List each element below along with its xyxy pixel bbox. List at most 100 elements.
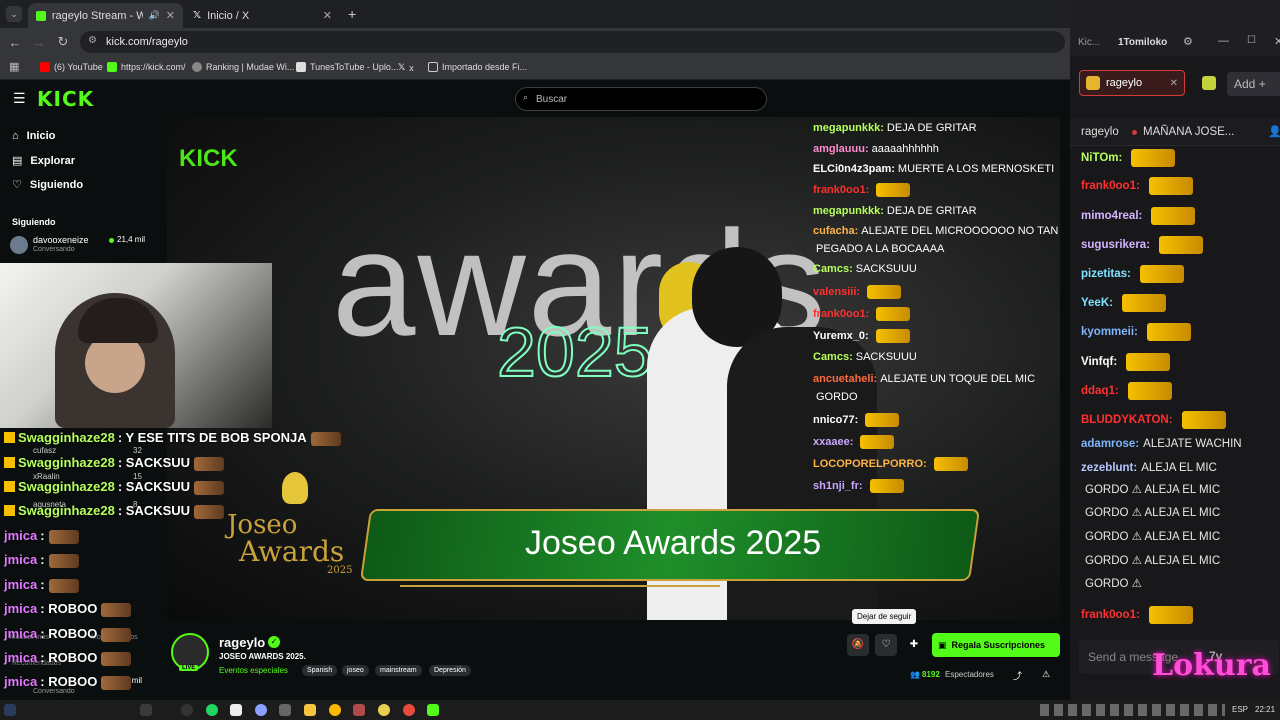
search-taskbar-icon[interactable] [140,704,152,716]
panel-tab-user[interactable]: 1Tomiloko [1118,37,1167,48]
tray-icons[interactable] [1040,704,1225,716]
address-bar[interactable]: ⚙ kick.com/rageylo [80,31,1065,53]
back-arrow-icon[interactable]: ← [3,35,27,50]
close-window-icon[interactable]: ✕ [1274,35,1280,48]
menu-hamburger-icon[interactable]: ☰ [13,90,26,107]
keyboard-language[interactable]: ESP [1232,705,1248,714]
chat-username[interactable]: BLUDDYKATON: [1081,414,1173,426]
search-input[interactable]: ⌕ Buscar [515,87,767,111]
nav-siguiendo[interactable]: ♡ Siguiendo [12,178,83,192]
start-windows-icon[interactable] [4,704,16,716]
close-channel-tab-icon[interactable]: ✕ [1170,78,1178,89]
nav-inicio[interactable]: ⌂ Inicio [12,130,55,142]
emote-image [1159,236,1204,254]
chat-username[interactable]: megapunkkk: [813,122,884,134]
site-info-icon[interactable]: ⚙ [88,35,97,46]
settings-gear-icon[interactable]: ⚙ [1183,35,1193,48]
bookmark-kick[interactable]: https://kick.com/ [107,62,186,72]
chat-username[interactable]: megapunkkk: [813,205,884,217]
chat-username[interactable]: Camcs: [813,351,853,363]
add-channel-button[interactable]: Add + [1227,72,1280,96]
chat-username[interactable]: nnico77: [813,414,858,426]
tab-kick-stream[interactable]: rageylo Stream - Watch Live 🔊 ✕ [28,3,183,28]
bookmark-youtube[interactable]: (6) YouTube [40,62,103,72]
bookmark-mudae[interactable]: Ranking | Mudae Wi... [192,62,294,72]
app3-icon[interactable] [353,704,365,716]
chat-username[interactable]: mimo4real: [1081,210,1142,222]
chat-username[interactable]: pizetitas: [1081,268,1131,280]
tag-spanish[interactable]: Spanish [302,665,338,676]
chat-username[interactable]: frank0oo1: [1081,609,1140,621]
chat-username[interactable]: zezeblunt: [1081,462,1137,474]
chat-username[interactable]: Yuremx_0: [813,330,869,342]
chat-username[interactable]: sh1nji_fr: [813,480,863,492]
explorer-folder-icon[interactable] [304,704,316,716]
notification-bell-icon[interactable]: 🔕 [847,634,869,656]
chat-username[interactable]: Camcs: [813,263,853,275]
gift-subs-button[interactable]: ▣ Regala Suscripciones [932,633,1060,657]
speaker-icon[interactable]: 🔊 [149,10,160,21]
chat-username[interactable]: adamrose: [1081,438,1139,450]
tool-icon[interactable] [279,704,291,716]
chrome-icon[interactable] [403,704,415,716]
video-player[interactable]: awards 2025 KICK Joseo Awards 2025 Joseo… [167,117,1060,620]
chat-username[interactable]: amglauuu: [813,143,869,155]
chat-username[interactable]: valensiii: [813,286,860,298]
new-tab-button[interactable]: + [348,6,356,22]
maximize-icon[interactable]: ☐ [1247,35,1256,46]
channel-name[interactable]: rageylo [219,635,265,650]
emote-image [1126,353,1171,371]
share-icon[interactable]: ⤴ [1013,669,1022,682]
chat-username[interactable]: kyommeii: [1081,326,1138,338]
chat-username[interactable]: YeeK: [1081,297,1113,309]
emote-image [875,329,910,343]
tab-x-inicio[interactable]: 𝕏 Inicio / X ✕ [185,3,340,28]
pinned-message[interactable]: rageylo MAÑANA JOSE... 👤 [1070,118,1280,146]
close-tab-icon[interactable]: ✕ [323,9,332,22]
reload-icon[interactable]: ↻ [51,34,75,50]
obs-icon[interactable] [181,704,193,716]
app4-icon[interactable] [378,704,390,716]
chat-username[interactable]: ddaq1: [1081,385,1119,397]
emote-picker-icon[interactable] [1202,76,1216,90]
kick-app-icon[interactable] [427,704,439,716]
spotify-icon[interactable] [206,704,218,716]
app-icon[interactable] [255,704,267,716]
chat-username[interactable]: frank0oo1: [813,308,869,320]
chat-username[interactable]: frank0oo1: [1081,180,1140,192]
chat-username[interactable]: Vinfqf: [1081,356,1117,368]
tag-mainstream[interactable]: mainstream [375,665,422,676]
tab-search-button[interactable]: ⌄ [6,6,22,22]
emote-image [101,651,132,666]
chat-username[interactable]: ELCi0n4z3pam: [813,163,895,175]
chat-username[interactable]: sugusrikera: [1081,239,1150,251]
bookmark-x[interactable]: 𝕏x [398,62,414,73]
panel-tab-kick[interactable]: Kic... [1078,37,1100,48]
channel-item-davooxeneize[interactable]: davooxeneize Conversando 21,4 mil [10,234,160,256]
apps-grid-icon[interactable]: ▦ [9,60,19,73]
close-tab-icon[interactable]: ✕ [166,9,175,22]
app2-icon[interactable] [329,704,341,716]
chat-username[interactable]: frank0oo1: [813,184,869,196]
unfollow-heart-icon[interactable]: ♡ [875,634,897,656]
tag-depresion[interactable]: Depresión [429,665,471,676]
forward-arrow-icon[interactable]: → [27,35,51,50]
clock[interactable]: 22:21 [1255,705,1275,714]
minimize-icon[interactable]: — [1218,35,1229,47]
nav-explorar[interactable]: ▤ Explorar [12,154,75,168]
file-icon[interactable] [230,704,242,716]
tag-joseo[interactable]: joseo [342,665,369,676]
chat-username[interactable]: NiTOm: [1081,152,1122,164]
bookmark-folder[interactable]: Importado desde Fi... [428,62,527,72]
stream-category[interactable]: Eventos especiales [219,666,288,675]
report-icon[interactable]: ⚠ [1042,669,1050,680]
chat-username[interactable]: xxaaee: [813,436,853,448]
gift-icon[interactable]: ✚ [906,634,922,656]
emote-image [876,307,911,321]
channel-tab-rageylo[interactable]: rageylo ✕ [1079,70,1185,96]
chat-username[interactable]: LOCOPORELPORRO: [813,458,927,470]
kick-logo[interactable]: KICK [37,87,94,111]
chat-username[interactable]: ancuetaheli: [813,373,877,385]
chat-username[interactable]: cufacha: [813,225,858,237]
bookmark-tunestotube[interactable]: TunesToTube - Uplo... [296,62,398,72]
